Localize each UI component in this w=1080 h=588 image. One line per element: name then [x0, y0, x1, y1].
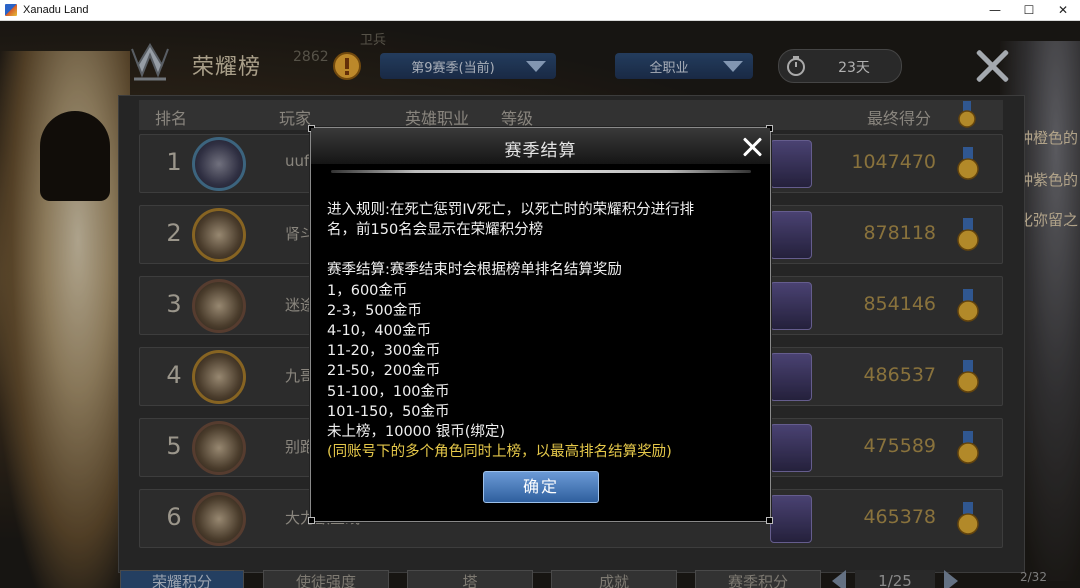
dialog-body: 进入规则:在死亡惩罚IV死亡，以死亡时的荣耀积分进行排 名，前150名会显示在荣… — [327, 200, 757, 462]
dialog-corner — [308, 517, 315, 524]
reward-line: 101-150，50金币 — [327, 403, 450, 420]
window-title: Xanadu Land — [23, 4, 89, 16]
minimize-button[interactable]: — — [978, 0, 1012, 20]
confirm-button[interactable]: 确定 — [483, 471, 599, 503]
season-settlement-dialog: 赛季结算 进入规则:在死亡惩罚IV死亡，以死亡时的荣耀积分进行排 名，前150名… — [308, 125, 773, 524]
settlement-heading: 赛季结算:赛季结束时会根据榜单排名结算奖励 — [327, 262, 622, 279]
reward-line: 1，600金币 — [327, 282, 408, 299]
rule-line-1: 进入规则:在死亡惩罚IV死亡，以死亡时的荣耀积分进行排 — [327, 202, 695, 218]
dialog-title: 赛季结算 — [504, 141, 577, 161]
reward-line: 11-20，300金币 — [327, 343, 441, 360]
dialog-corner — [766, 517, 773, 524]
reward-line: 2-3，500金币 — [327, 302, 422, 319]
reward-line: 51-100，100金币 — [327, 383, 450, 400]
reward-line: 4-10，400金币 — [327, 323, 432, 340]
reward-line: 21-50，200金币 — [327, 363, 441, 380]
dialog-header: 赛季结算 — [311, 128, 770, 164]
window-controls: — ☐ ✕ — [978, 0, 1080, 20]
dialog-divider — [331, 170, 751, 173]
window-titlebar: Xanadu Land — ☐ ✕ — [0, 0, 1080, 21]
reward-line: 未上榜，10000 银币(绑定) — [327, 424, 506, 441]
close-dialog-button[interactable] — [742, 136, 764, 158]
close-window-button[interactable]: ✕ — [1046, 0, 1080, 20]
game-canvas: 种橙色的 种紫色的 化弥留之 荣耀榜 2862 卫兵 第9赛季(当前) 全职业 — [0, 21, 1080, 588]
maximize-button[interactable]: ☐ — [1012, 0, 1046, 20]
reward-note: (同账号下的多个角色同时上榜，以最高排名结算奖励) — [327, 444, 672, 461]
app-icon — [5, 4, 17, 16]
rule-line-2: 名，前150名会显示在荣耀积分榜 — [327, 222, 544, 239]
